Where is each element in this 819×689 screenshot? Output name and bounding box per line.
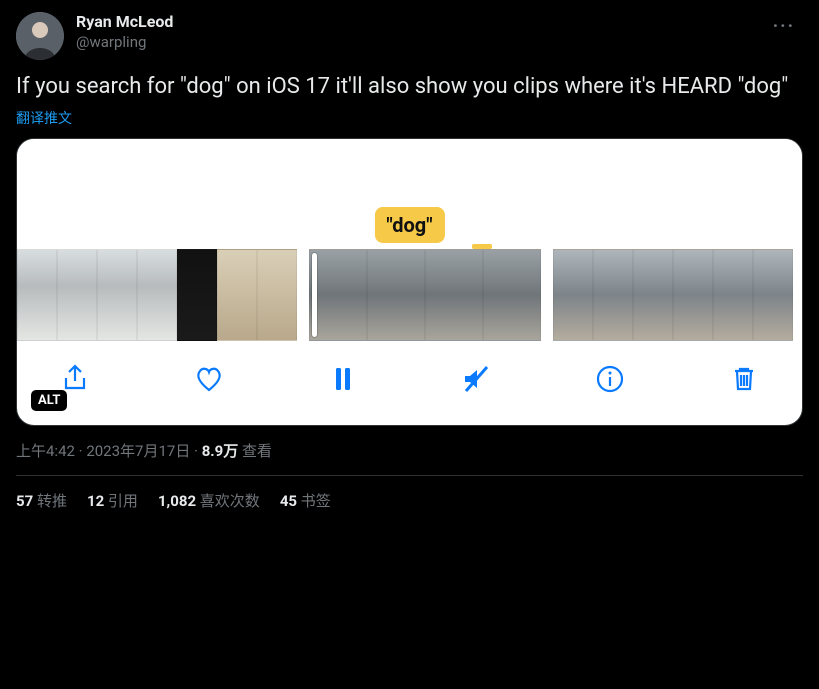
media-preview-area: "dog": [17, 139, 802, 249]
stats-row: 57 转推 12 引用 1,082 喜欢次数 45 书签: [16, 490, 803, 511]
playhead[interactable]: [312, 253, 317, 337]
thumbnail[interactable]: [217, 249, 257, 341]
thumbnail[interactable]: [137, 249, 177, 341]
likes-stat[interactable]: 1,082 喜欢次数: [158, 490, 260, 511]
thumbnail[interactable]: [713, 249, 753, 341]
bookmarks-stat[interactable]: 45 书签: [280, 490, 331, 511]
avatar[interactable]: [16, 12, 64, 60]
caption-tag: "dog": [374, 207, 444, 243]
alt-badge[interactable]: ALT: [31, 390, 67, 411]
time[interactable]: 上午4:42: [16, 442, 75, 460]
thumbnail[interactable]: [753, 249, 793, 341]
thumbnail[interactable]: [177, 249, 217, 341]
handle[interactable]: @warpling: [76, 33, 753, 53]
retweets-stat[interactable]: 57 转推: [16, 490, 67, 511]
date[interactable]: 2023年7月17日: [86, 442, 190, 460]
clip-group-3[interactable]: [553, 249, 793, 341]
thumbnail[interactable]: [425, 249, 483, 341]
media-controls: [17, 341, 802, 425]
tweet-header: Ryan McLeod @warpling ···: [16, 12, 803, 60]
media-card[interactable]: "dog": [16, 138, 803, 426]
heart-icon[interactable]: [191, 361, 227, 397]
thumbnail[interactable]: [593, 249, 633, 341]
clip-group-2[interactable]: [309, 249, 541, 341]
video-timeline[interactable]: [17, 249, 802, 341]
pause-icon[interactable]: [325, 361, 361, 397]
thumbnail[interactable]: [257, 249, 297, 341]
divider: [16, 475, 803, 476]
thumbnail[interactable]: [633, 249, 673, 341]
tweet-text: If you search for "dog" on iOS 17 it'll …: [16, 72, 803, 102]
thumbnail[interactable]: [97, 249, 137, 341]
trash-icon[interactable]: [726, 361, 762, 397]
views-label: 查看: [242, 442, 272, 460]
tweet-meta: 上午4:42 · 2023年7月17日 · 8.9万 查看: [16, 440, 803, 461]
translate-link[interactable]: 翻译推文: [16, 108, 803, 128]
info-icon[interactable]: [592, 361, 628, 397]
thumbnail[interactable]: [17, 249, 57, 341]
more-icon[interactable]: ···: [765, 12, 803, 41]
mute-icon[interactable]: [458, 361, 494, 397]
display-name[interactable]: Ryan McLeod: [76, 12, 753, 33]
quotes-stat[interactable]: 12 引用: [87, 490, 138, 511]
author-names: Ryan McLeod @warpling: [76, 12, 753, 52]
thumbnail[interactable]: [309, 249, 367, 341]
views-count: 8.9万: [202, 442, 239, 460]
thumbnail[interactable]: [553, 249, 593, 341]
thumbnail[interactable]: [367, 249, 425, 341]
clip-group-1[interactable]: [17, 249, 297, 341]
thumbnail[interactable]: [673, 249, 713, 341]
thumbnail[interactable]: [57, 249, 97, 341]
thumbnail[interactable]: [483, 249, 541, 341]
